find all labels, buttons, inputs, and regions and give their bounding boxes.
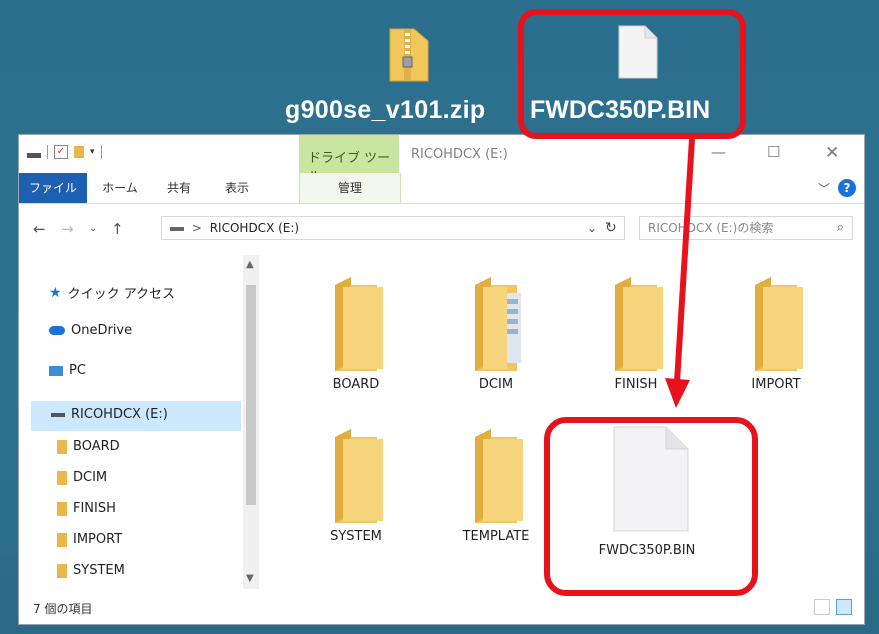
copy-arrow: [665, 138, 695, 408]
